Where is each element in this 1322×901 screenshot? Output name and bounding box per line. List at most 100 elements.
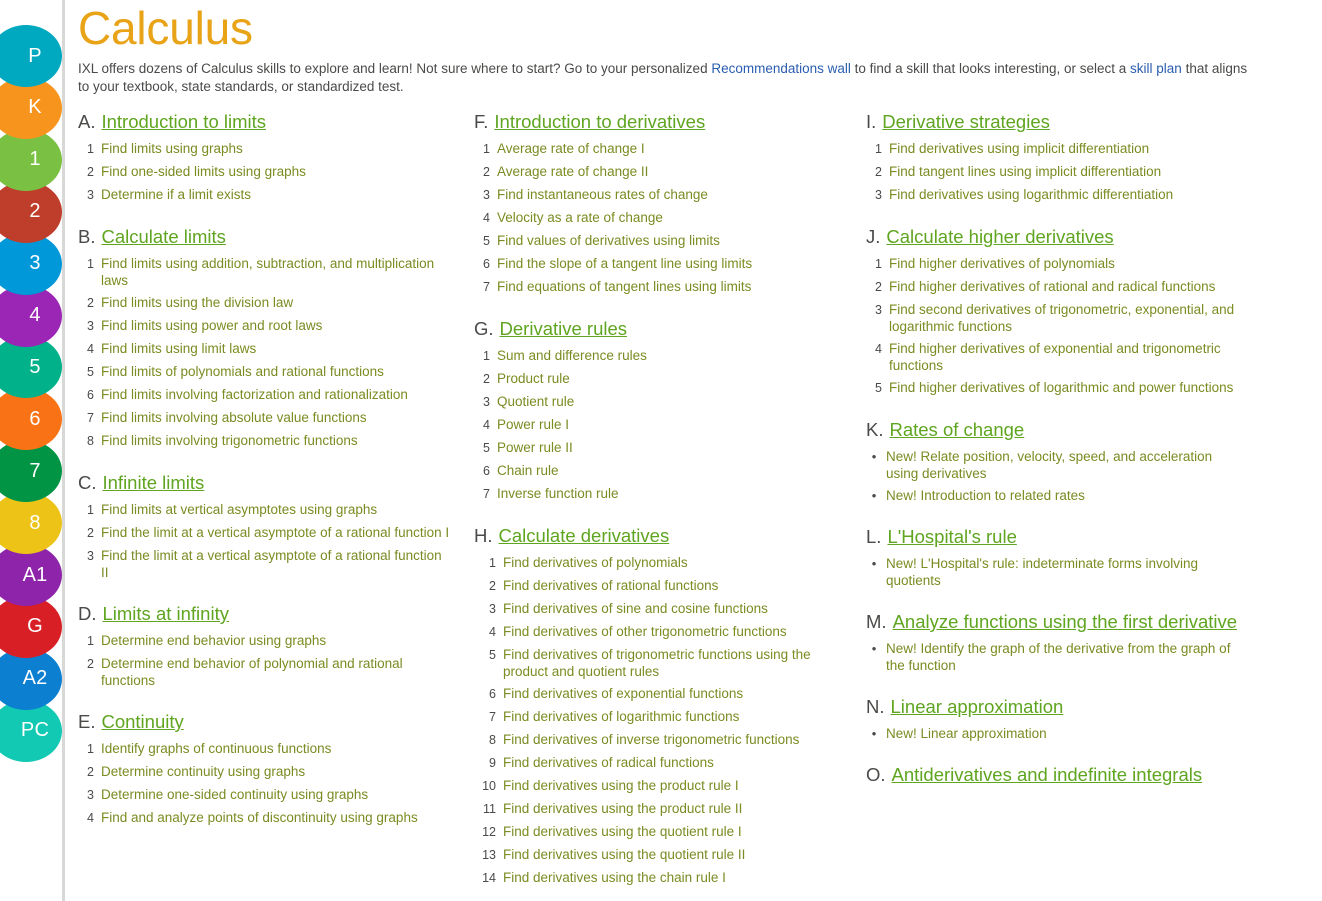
skill-link[interactable]: Find higher derivatives of logarithmic a…: [889, 379, 1244, 396]
skill-link[interactable]: Find higher derivatives of polynomials: [889, 255, 1244, 272]
skill-link[interactable]: Find derivatives using logarithmic diffe…: [889, 186, 1244, 203]
section-title-link[interactable]: Continuity: [101, 710, 183, 733]
skill-link[interactable]: Find limits at vertical asymptotes using…: [101, 501, 452, 518]
section-title-link[interactable]: Rates of change: [889, 418, 1024, 441]
skill-link[interactable]: Find and analyze points of discontinuity…: [101, 809, 452, 826]
skill-link[interactable]: Find derivatives of exponential function…: [503, 685, 844, 702]
skill-link[interactable]: Find higher derivatives of rational and …: [889, 278, 1244, 295]
section-title-link[interactable]: Limits at infinity: [103, 602, 229, 625]
skill-link[interactable]: Find limits using power and root laws: [101, 317, 452, 334]
skill-link[interactable]: Find derivatives of logarithmic function…: [503, 708, 844, 725]
skill-link[interactable]: Find limits involving factorization and …: [101, 386, 452, 403]
section-title-link[interactable]: Introduction to derivatives: [494, 110, 705, 133]
section-title-link[interactable]: Analyze functions using the first deriva…: [893, 610, 1237, 633]
skill-link[interactable]: Find derivatives using the quotient rule…: [503, 846, 844, 863]
section-heading: A. Introduction to limits: [78, 110, 452, 133]
skill-link[interactable]: Inverse function rule: [497, 485, 844, 502]
skill-link[interactable]: Find one-sided limits using graphs: [101, 163, 452, 180]
section-title-link[interactable]: Calculate limits: [101, 225, 225, 248]
section-title-link[interactable]: Infinite limits: [103, 471, 205, 494]
skill-link[interactable]: Find derivatives of inverse trigonometri…: [503, 731, 844, 748]
skill-link[interactable]: Average rate of change II: [497, 163, 844, 180]
skill-item: 3 Find second derivatives of trigonometri…: [866, 301, 1244, 335]
skill-link[interactable]: Find the limit at a vertical asymptote o…: [101, 524, 452, 541]
skill-link[interactable]: Find derivatives of rational functions: [503, 577, 844, 594]
grade-button-label: 1: [29, 148, 41, 171]
skill-link[interactable]: Determine end behavior using graphs: [101, 632, 452, 649]
skill-link[interactable]: Power rule I: [497, 416, 844, 433]
skill-link[interactable]: New! L'Hospital's rule: indeterminate fo…: [886, 555, 1244, 589]
skill-item: 5 Power rule II: [474, 439, 844, 457]
section-title-link[interactable]: Calculate higher derivatives: [886, 225, 1113, 248]
grade-button-pre-k[interactable]: P: [0, 25, 62, 87]
recommendations-wall-link[interactable]: Recommendations wall: [711, 61, 851, 76]
skill-link[interactable]: Find derivatives using the product rule …: [503, 777, 844, 794]
skill-link[interactable]: Determine end behavior of polynomial and…: [101, 655, 452, 689]
section-title-link[interactable]: L'Hospital's rule: [887, 525, 1016, 548]
skill-link[interactable]: Product rule: [497, 370, 844, 387]
skill-number: 5: [483, 441, 490, 455]
bullet-icon: •: [871, 726, 877, 741]
skill-link[interactable]: Find limits using limit laws: [101, 340, 452, 357]
grade-level-rail[interactable]: P K 1 2 3 4 5 6 7 8 A1 G A2 PC: [0, 0, 64, 901]
skill-link[interactable]: Find derivatives using the quotient rule…: [503, 823, 844, 840]
skill-link[interactable]: Find values of derivatives using limits: [497, 232, 844, 249]
skill-item: 4 Find derivatives of other trigonometric…: [474, 623, 844, 641]
skill-link[interactable]: Find derivatives of polynomials: [503, 554, 844, 571]
section-title-link[interactable]: Calculate derivatives: [499, 524, 670, 547]
skill-link[interactable]: Find limits using the division law: [101, 294, 452, 311]
section-heading: J. Calculate higher derivatives: [866, 225, 1244, 248]
skill-item: 6 Find the slope of a tangent line using …: [474, 255, 844, 273]
skill-link[interactable]: Find instantaneous rates of change: [497, 186, 844, 203]
skill-item: 8 Find limits involving trigonometric fun…: [78, 432, 452, 450]
section-title-link[interactable]: Derivative rules: [500, 317, 628, 340]
skill-plan-link[interactable]: skill plan: [1130, 61, 1182, 76]
skill-link[interactable]: Find derivatives using the chain rule I: [503, 869, 844, 886]
skill-link[interactable]: Determine if a limit exists: [101, 186, 452, 203]
skill-link[interactable]: Sum and difference rules: [497, 347, 844, 364]
skill-number: 4: [87, 811, 94, 825]
skill-link[interactable]: Find limits using addition, subtraction,…: [101, 255, 452, 289]
skill-link[interactable]: Find equations of tangent lines using li…: [497, 278, 844, 295]
skill-link[interactable]: Find derivatives of other trigonometric …: [503, 623, 844, 640]
skill-link[interactable]: Velocity as a rate of change: [497, 209, 844, 226]
skill-link[interactable]: Find derivatives of radical functions: [503, 754, 844, 771]
skill-link[interactable]: Find derivatives of trigonometric functi…: [503, 646, 844, 680]
section-title-link[interactable]: Linear approximation: [891, 695, 1064, 718]
skill-link[interactable]: Determine continuity using graphs: [101, 763, 452, 780]
skill-item: 3 Find the limit at a vertical asymptote …: [78, 547, 452, 581]
skill-link[interactable]: Chain rule: [497, 462, 844, 479]
skill-link[interactable]: Quotient rule: [497, 393, 844, 410]
skill-link[interactable]: Power rule II: [497, 439, 844, 456]
skill-link[interactable]: New! Identify the graph of the derivativ…: [886, 640, 1244, 674]
grade-button-label: A1: [22, 563, 48, 586]
skill-link[interactable]: Find higher derivatives of exponential a…: [889, 340, 1244, 374]
skill-link[interactable]: Find the limit at a vertical asymptote o…: [101, 547, 452, 581]
skill-item: 14 Find derivatives using the chain rule …: [474, 869, 844, 887]
skill-link[interactable]: Find derivatives of sine and cosine func…: [503, 600, 844, 617]
skill-link[interactable]: New! Relate position, velocity, speed, a…: [886, 448, 1244, 482]
skill-link[interactable]: Find derivatives using the product rule …: [503, 800, 844, 817]
skill-number: 7: [87, 411, 94, 425]
section-title-link[interactable]: Antiderivatives and indefinite integrals: [892, 763, 1203, 786]
skill-link[interactable]: Identify graphs of continuous functions: [101, 740, 452, 757]
skill-link[interactable]: New! Introduction to related rates: [886, 487, 1244, 504]
section-title-link[interactable]: Derivative strategies: [882, 110, 1050, 133]
section-heading: H. Calculate derivatives: [474, 524, 844, 547]
skill-link[interactable]: Find derivatives using implicit differen…: [889, 140, 1244, 157]
skill-number: 8: [489, 733, 496, 747]
skill-item: 4 Power rule I: [474, 416, 844, 434]
skill-link[interactable]: Find the slope of a tangent line using l…: [497, 255, 844, 272]
skill-item: 7 Inverse function rule: [474, 485, 844, 503]
section-title-link[interactable]: Introduction to limits: [101, 110, 266, 133]
skill-link[interactable]: Find limits involving trigonometric func…: [101, 432, 452, 449]
skill-link[interactable]: Find limits involving absolute value fun…: [101, 409, 452, 426]
skill-item: 1 Sum and difference rules: [474, 347, 844, 365]
skill-link[interactable]: Find limits of polynomials and rational …: [101, 363, 452, 380]
skill-link[interactable]: Find tangent lines using implicit differ…: [889, 163, 1244, 180]
skill-link[interactable]: Average rate of change I: [497, 140, 844, 157]
skill-link[interactable]: Find limits using graphs: [101, 140, 452, 157]
skill-link[interactable]: Find second derivatives of trigonometric…: [889, 301, 1244, 335]
skill-link[interactable]: New! Linear approximation: [886, 725, 1244, 742]
skill-link[interactable]: Determine one-sided continuity using gra…: [101, 786, 452, 803]
